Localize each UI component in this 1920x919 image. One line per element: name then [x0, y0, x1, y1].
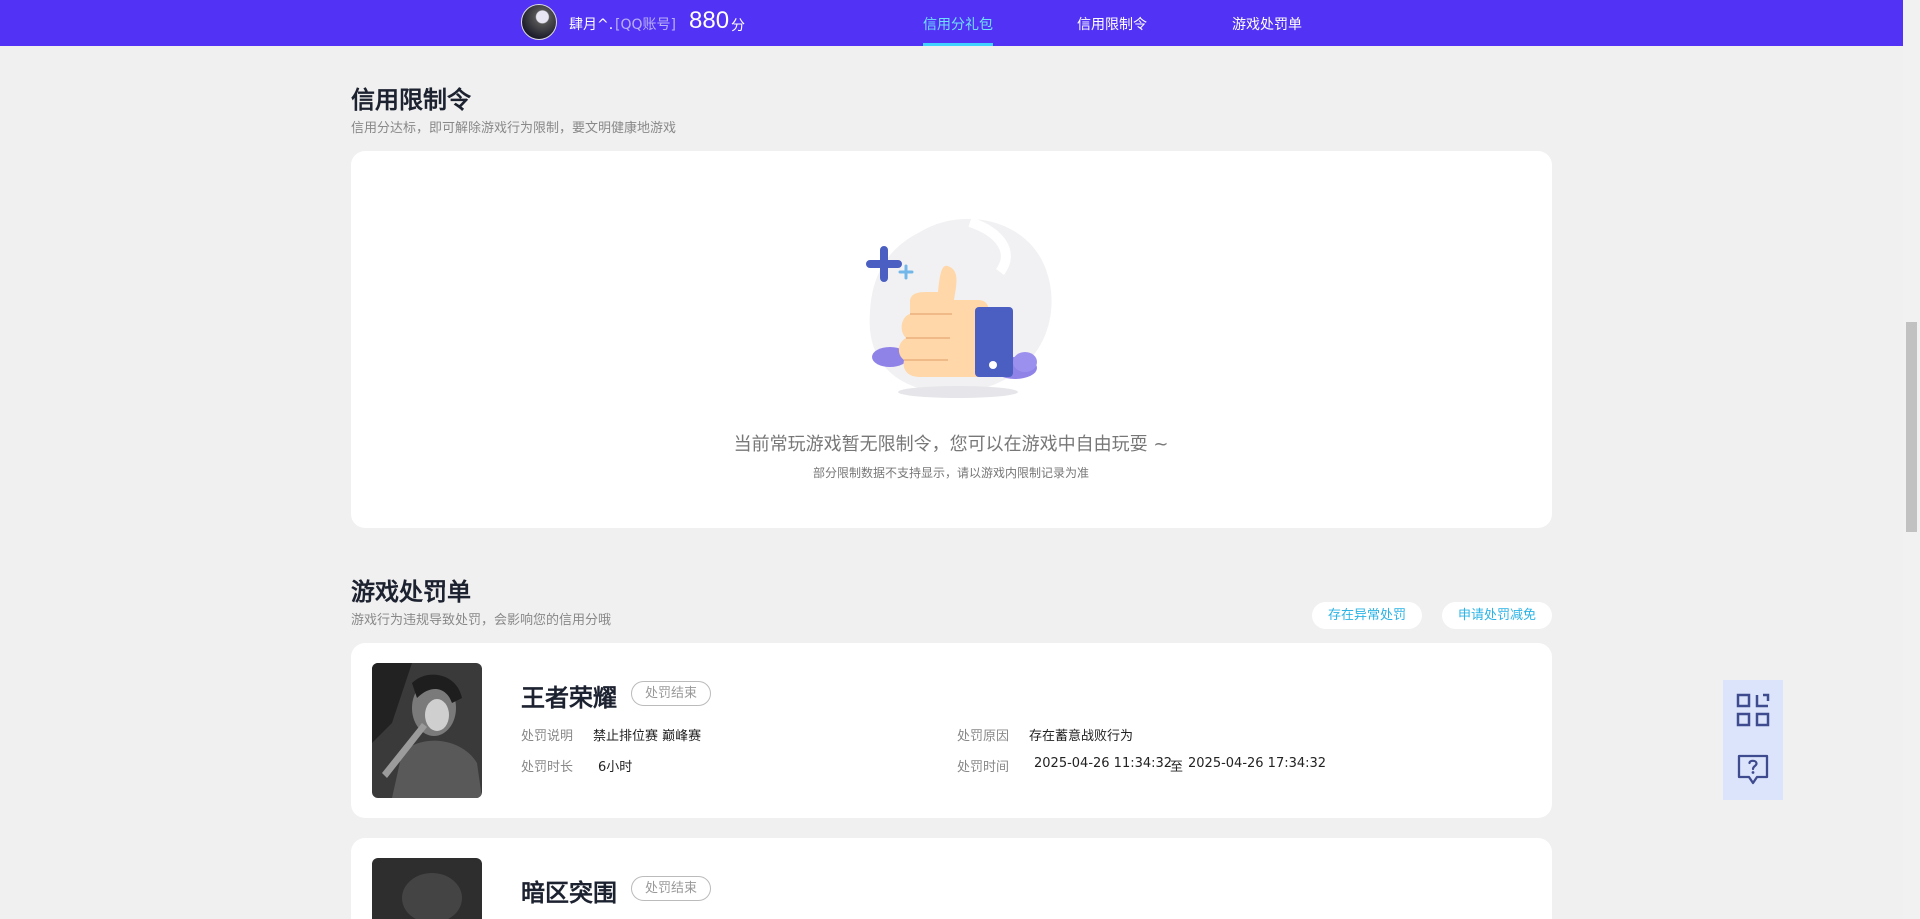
- status-badge: 处罚结束: [631, 681, 712, 706]
- thumbs-up-illustration: [866, 217, 1052, 398]
- penalty-subtitle: 游戏行为违规导致处罚，会影响您的信用分哦: [351, 613, 612, 628]
- nav-credit-gift[interactable]: 信用分礼包: [923, 14, 993, 34]
- empty-state-message: 当前常玩游戏暂无限制令，您可以在游戏中自由玩耍 ~: [733, 434, 1169, 455]
- penalty-duration-value: 6小时: [598, 760, 633, 775]
- game-thumbnail: [372, 858, 482, 919]
- status-badge: 处罚结束: [631, 876, 712, 901]
- nav-game-penalty[interactable]: 游戏处罚单: [1232, 14, 1302, 34]
- username: 肆月^.: [569, 17, 614, 33]
- help-feedback-button[interactable]: [1723, 740, 1783, 800]
- scrollbar-thumb[interactable]: [1906, 322, 1917, 532]
- penalty-duration-label: 处罚时长: [521, 760, 574, 775]
- penalty-time-end: 2025-04-26 17:34:32: [1188, 756, 1327, 771]
- account-type: [QQ账号]: [615, 17, 676, 33]
- credit-score: 880: [689, 7, 730, 34]
- abnormal-penalty-button[interactable]: 存在异常处罚: [1312, 602, 1422, 629]
- nav-active-indicator: [923, 43, 993, 46]
- qr-code-icon: [1736, 693, 1770, 727]
- penalty-time-label: 处罚时间: [957, 760, 1010, 775]
- game-thumbnail: [372, 663, 482, 798]
- top-bar: 肆月^. [QQ账号] 880 分 信用分礼包 信用限制令 游戏处罚单: [0, 0, 1903, 46]
- credit-score-unit: 分: [731, 18, 745, 34]
- penalty-title: 游戏处罚单: [351, 578, 471, 606]
- penalty-time-start: 2025-04-26 11:34:32: [1034, 756, 1173, 771]
- qr-code-button[interactable]: [1723, 680, 1783, 740]
- game-name: 王者荣耀: [521, 684, 617, 712]
- penalty-reduction-button[interactable]: 申请处罚减免: [1442, 602, 1552, 629]
- penalty-desc-value: 禁止排位赛 巅峰赛: [593, 729, 702, 744]
- nav-credit-restriction[interactable]: 信用限制令: [1077, 14, 1147, 34]
- avatar[interactable]: [521, 4, 557, 40]
- penalty-reason-label: 处罚原因: [957, 729, 1010, 744]
- penalty-desc-label: 处罚说明: [521, 729, 574, 744]
- question-bubble-icon: [1737, 754, 1769, 785]
- penalty-reason-value: 存在蓄意战败行为: [1029, 729, 1134, 744]
- restriction-title: 信用限制令: [351, 86, 471, 114]
- penalty-time-separator: 至: [1170, 760, 1184, 775]
- game-name: 暗区突围: [521, 879, 617, 907]
- restriction-subtitle: 信用分达标，即可解除游戏行为限制，要文明健康地游戏: [351, 121, 677, 136]
- empty-state-note: 部分限制数据不支持显示，请以游戏内限制记录为准: [812, 466, 1089, 480]
